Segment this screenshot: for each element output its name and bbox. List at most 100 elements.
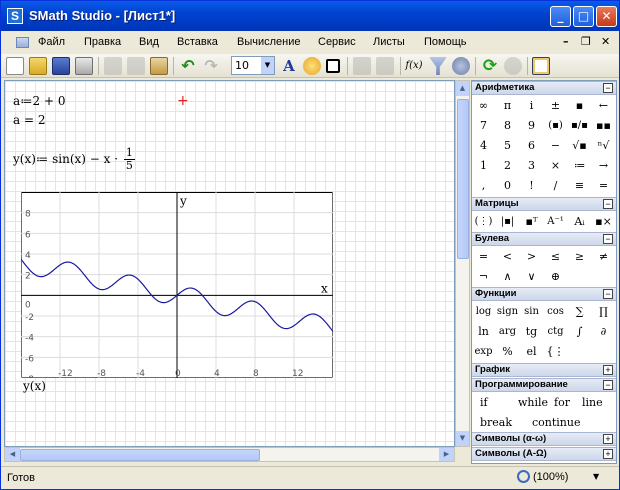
panel-section-header[interactable]: Символы (α-ω) + [472,432,616,446]
expand-icon[interactable]: + [603,434,613,444]
panel-symbol-button[interactable]: i [520,96,543,115]
panel-symbol-button[interactable]: > [520,247,543,266]
menu-sheets[interactable]: Листы [373,36,405,48]
panel-symbol-button[interactable]: / [544,176,567,195]
panel-toggle-icon[interactable] [532,57,550,75]
panel-symbol-button[interactable]: ≤ [544,247,567,266]
cut-icon[interactable] [104,57,122,75]
panel-section-header[interactable]: Программирование − [472,378,616,392]
panel-symbol-button[interactable]: 4 [472,136,495,155]
scroll-left-icon[interactable]: ◀ [5,448,20,461]
panel-symbol-button[interactable]: ▪ [568,96,591,115]
copy-icon[interactable] [127,57,145,75]
print-icon[interactable] [75,57,93,75]
zoom-icon[interactable] [517,470,530,483]
panel-symbol-button[interactable]: 1 [472,156,495,175]
panel-symbol-button[interactable]: arg [496,322,519,341]
save-icon[interactable] [52,57,70,75]
menu-calculate[interactable]: Вычисление [237,36,301,48]
panel-keyword-button[interactable]: continue [532,413,581,432]
panel-symbol-button[interactable]: → [592,156,615,175]
panel-symbol-button[interactable]: log [472,302,495,321]
maximize-button[interactable]: □ [573,6,594,27]
panel-symbol-button[interactable]: ∂ [592,322,615,341]
panel-symbol-button[interactable]: 7 [472,116,495,135]
text-style-icon[interactable]: A [280,57,298,75]
plot-2d[interactable]: -12 -8 -4 0 4 8 12 8 6 4 2 -2 -4 -6 -8 0 x y [21,192,333,378]
zoom-level[interactable]: (100%) [533,471,568,483]
panel-symbol-button[interactable]: 6 [520,136,543,155]
function-definition[interactable]: y(x)≔ sin(x) − x · 1 5 [13,147,135,172]
panel-symbol-button[interactable]: el [520,342,543,361]
panel-symbol-button[interactable]: ∨ [520,267,543,286]
panel-keyword-button[interactable]: line [582,393,603,412]
panel-symbol-button[interactable]: 0 [496,176,519,195]
panel-symbol-button[interactable]: 2 [496,156,519,175]
panel-symbol-button[interactable]: (▪) [544,116,567,135]
panel-section-header[interactable]: Матрицы − [472,197,616,211]
horizontal-scroll-thumb[interactable] [20,449,260,461]
font-size-select[interactable]: 10 ▼ [231,56,275,75]
panel-symbol-button[interactable]: ∑ [568,302,591,321]
panel-symbol-button[interactable]: Aᵢ [568,212,591,231]
panel-symbol-button[interactable]: − [544,136,567,155]
align-icon[interactable] [353,57,371,75]
panel-symbol-button[interactable]: {⋮ [544,342,567,361]
collapse-icon[interactable]: − [603,380,613,390]
scroll-down-icon[interactable]: ▼ [456,431,469,446]
panel-symbol-button[interactable]: ≔ [568,156,591,175]
new-file-icon[interactable] [6,57,24,75]
panel-symbol-button[interactable]: ▪▪ [592,116,615,135]
panel-symbol-button[interactable]: √▪ [568,136,591,155]
panel-symbol-button[interactable]: π [496,96,519,115]
panel-symbol-button[interactable]: ≥ [568,247,591,266]
panel-section-header[interactable]: Символы (А-Ω) + [472,447,616,461]
menu-edit[interactable]: Правка [84,36,121,48]
panel-symbol-button[interactable]: ∞ [472,96,495,115]
panel-symbol-button[interactable]: sign [496,302,519,321]
collapse-icon[interactable]: − [603,234,613,244]
panel-symbol-button[interactable]: ← [592,96,615,115]
panel-symbol-button[interactable]: = [472,247,495,266]
collapse-icon[interactable]: − [603,289,613,299]
panel-symbol-button[interactable]: ctg [544,322,567,341]
panel-symbol-button[interactable]: ∫ [568,322,591,341]
vertical-scrollbar[interactable]: ▲ ▼ [455,80,470,447]
scroll-right-icon[interactable]: ▶ [439,448,454,461]
panel-symbol-button[interactable]: ▪× [592,212,615,231]
expression-a-eval[interactable]: a = 2 [13,113,45,127]
worksheet-canvas[interactable]: a≔2 + 0 a = 2 + y(x)≔ sin(x) − x · 1 5 -… [4,80,455,447]
panel-symbol-button[interactable]: 8 [496,116,519,135]
panel-symbol-button[interactable]: 5 [496,136,519,155]
panel-symbol-button[interactable]: , [472,176,495,195]
collapse-icon[interactable]: − [603,83,613,93]
plot-expression-label[interactable]: y(x) [23,379,46,393]
expand-icon[interactable]: + [603,365,613,375]
collapse-icon[interactable]: − [603,199,613,209]
menu-file[interactable]: Файл [38,36,65,48]
mdi-close-button[interactable]: ✕ [601,35,610,48]
menu-help[interactable]: Помощь [424,36,467,48]
close-button[interactable]: ✕ [596,6,617,27]
menu-view[interactable]: Вид [139,36,159,48]
panel-symbol-button[interactable]: 3 [520,156,543,175]
settings-icon[interactable] [452,57,470,75]
panel-symbol-button[interactable]: ∧ [496,267,519,286]
panel-symbol-button[interactable]: ▪ᵀ [520,212,543,231]
open-folder-icon[interactable] [29,57,47,75]
panel-symbol-button[interactable]: 9 [520,116,543,135]
stop-icon[interactable] [504,57,522,75]
panel-symbol-button[interactable]: sin [520,302,543,321]
panel-symbol-button[interactable]: ▪/▪ [568,116,591,135]
panel-symbol-button[interactable]: < [496,247,519,266]
paste-icon[interactable] [150,57,168,75]
color-palette-icon[interactable] [303,57,321,75]
panel-symbol-button[interactable]: cos [544,302,567,321]
menu-tools[interactable]: Сервис [318,36,356,48]
panel-symbol-button[interactable]: tg [520,322,543,341]
panel-symbol-button[interactable]: (⋮) [472,212,495,231]
panel-symbol-button[interactable]: ≠ [592,247,615,266]
scroll-up-icon[interactable]: ▲ [456,81,469,96]
panel-symbol-button[interactable]: |▪| [496,212,519,231]
panel-symbol-button[interactable]: exp [472,342,495,361]
